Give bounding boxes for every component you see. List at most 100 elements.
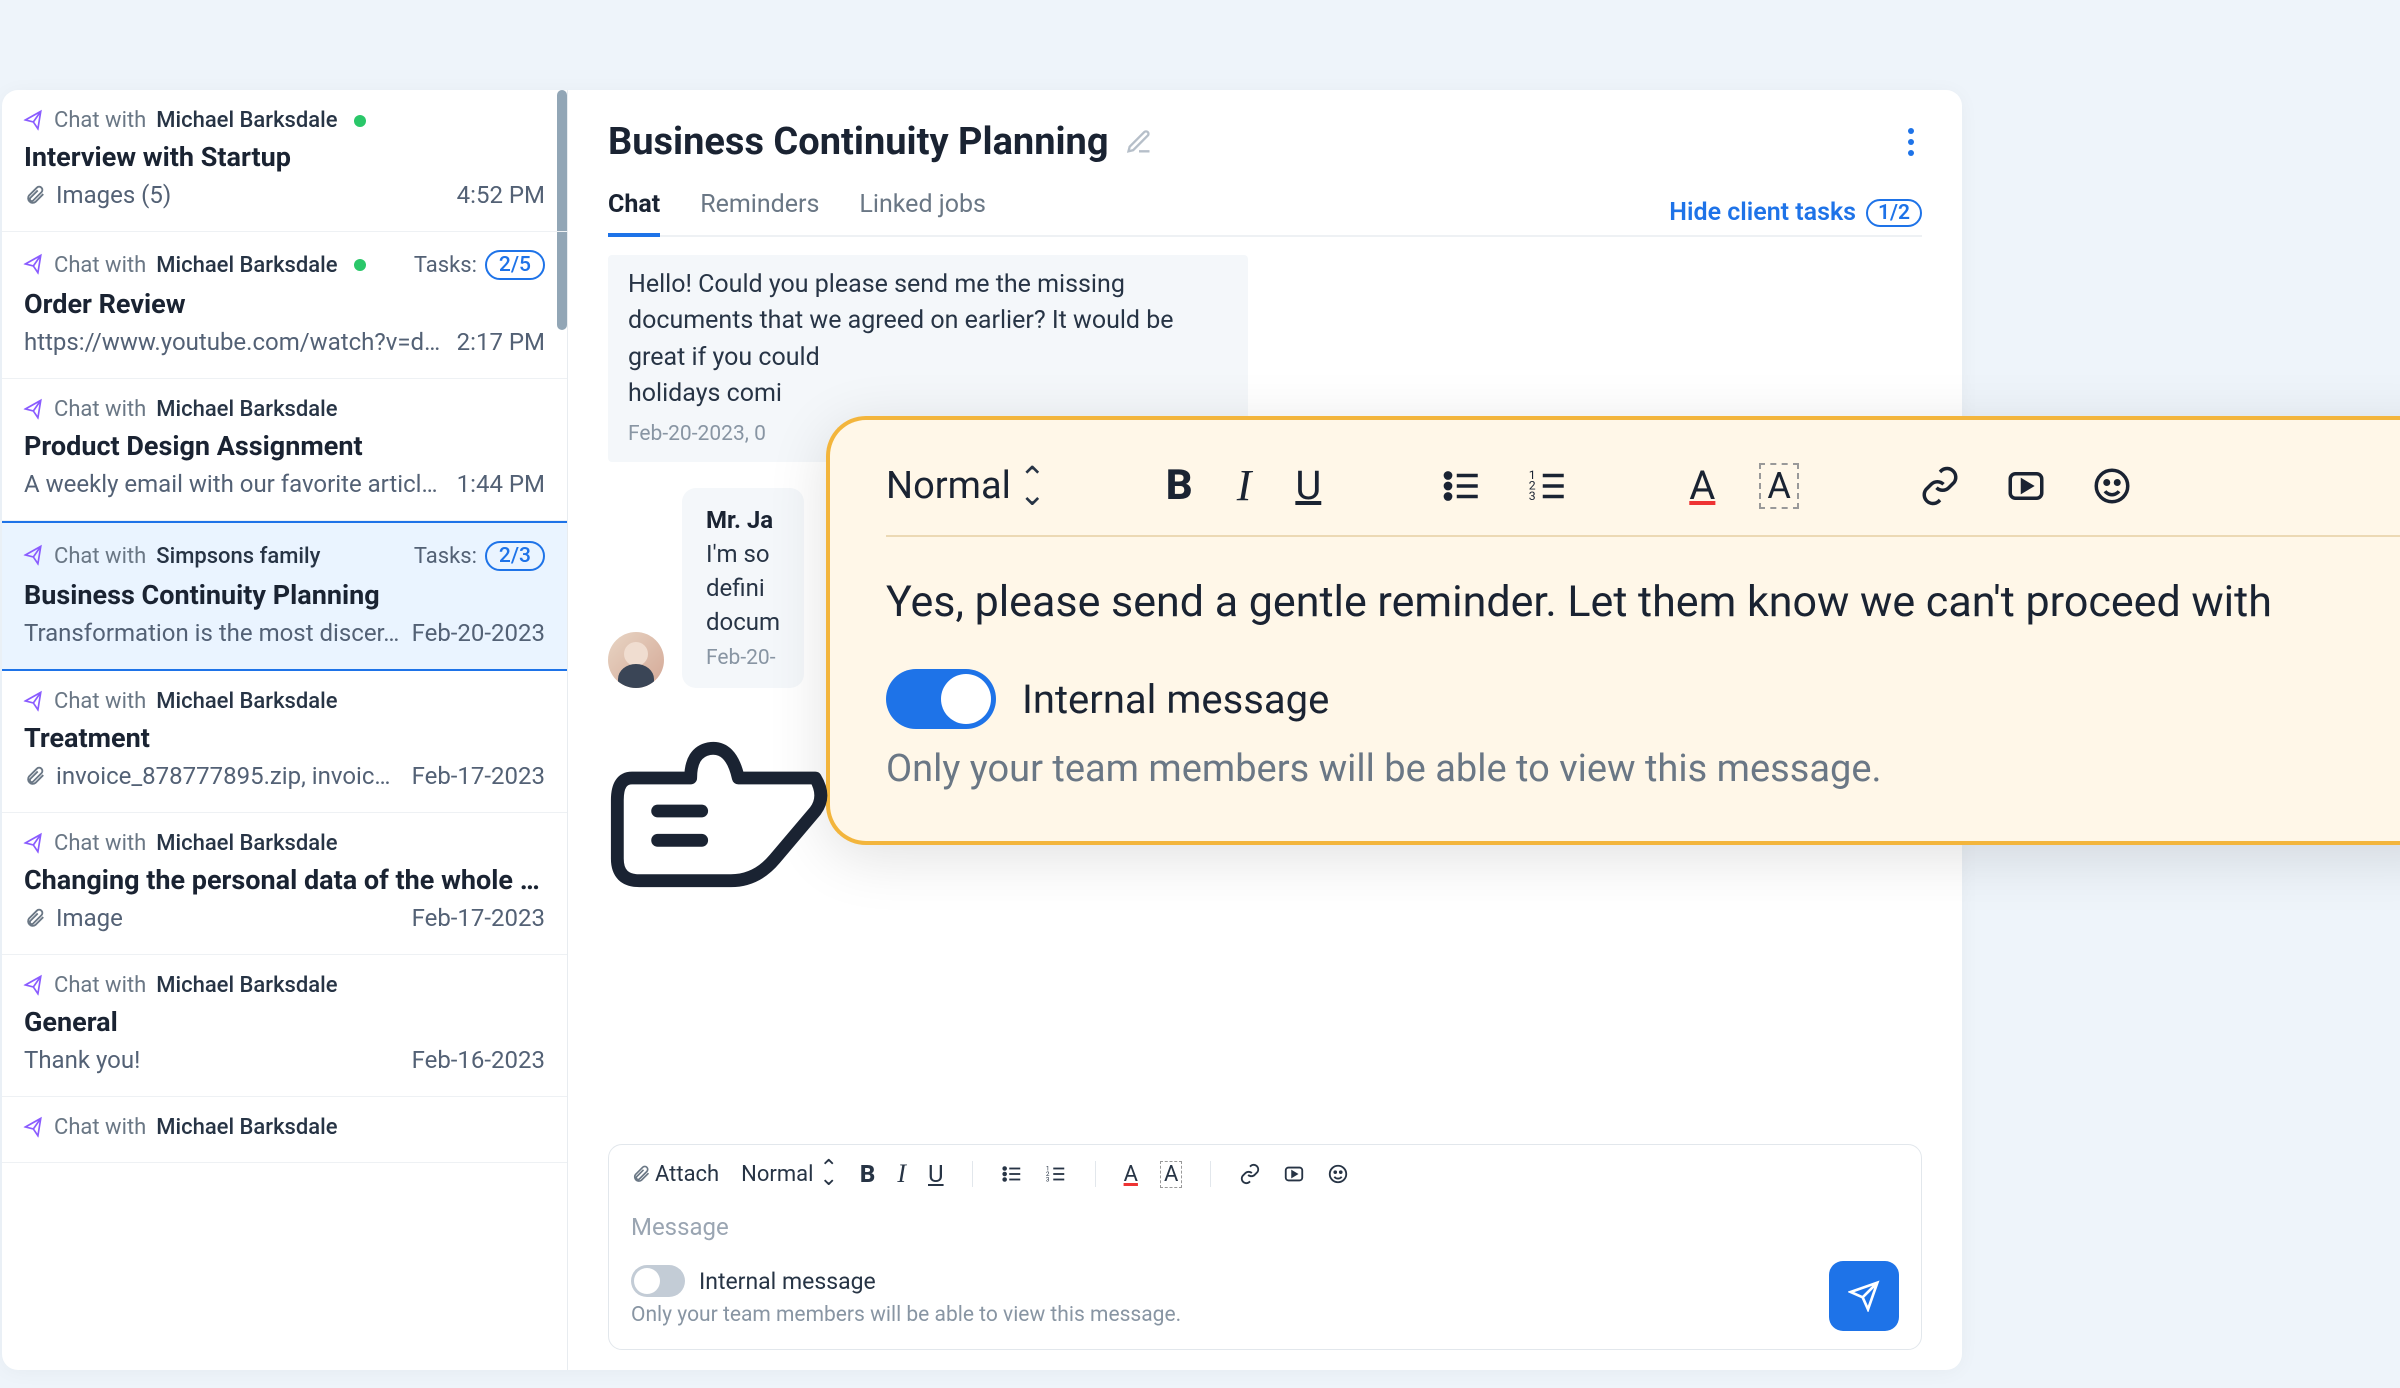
- chat-contact-name: Michael Barksdale: [156, 253, 337, 278]
- chat-timestamp: 2:17 PM: [457, 328, 545, 356]
- tasks-count-badge: 2/5: [485, 250, 545, 280]
- chat-timestamp: Feb-20-2023: [412, 619, 545, 647]
- link-button[interactable]: [1919, 465, 1961, 507]
- hide-tasks-label: Hide client tasks: [1669, 198, 1856, 227]
- chat-item-general[interactable]: Chat with Michael Barksdale General Than…: [2, 955, 567, 1097]
- send-icon: [22, 832, 45, 855]
- tasks-label: Tasks:: [414, 253, 477, 278]
- video-button[interactable]: [1283, 1163, 1305, 1185]
- text-style-label: Normal: [886, 464, 1011, 508]
- text-style-select[interactable]: Normal ⌃⌄: [886, 464, 1046, 508]
- chat-with-label: Chat with: [54, 1115, 146, 1140]
- svg-text:3: 3: [1045, 1175, 1049, 1183]
- chat-preview-text: invoice_878777895.zip, invoic…: [56, 762, 390, 790]
- chat-subject: Interview with Startup: [24, 141, 545, 173]
- bullet-list-button[interactable]: [1001, 1163, 1023, 1185]
- chat-preview-text: https://www.youtube.com/watch?v=d…: [24, 328, 440, 356]
- internal-message-toggle[interactable]: [631, 1265, 685, 1297]
- send-icon: [22, 690, 45, 713]
- reply-line: defini: [706, 574, 780, 602]
- avatar: [608, 632, 664, 688]
- tab-linked-jobs[interactable]: Linked jobs: [859, 190, 986, 235]
- text-color-button[interactable]: A: [1124, 1162, 1138, 1187]
- callout-message-text[interactable]: Yes, please send a gentle reminder. Let …: [886, 577, 2400, 627]
- chat-item-business-continuity[interactable]: Chat with Simpsons family Tasks: 2/3 Bus…: [2, 521, 567, 671]
- thread-title: Business Continuity Planning: [608, 120, 1109, 164]
- online-indicator: [354, 259, 366, 271]
- chat-item-interview[interactable]: Chat with Michael Barksdale Interview wi…: [2, 90, 567, 232]
- chat-item-order-review[interactable]: Chat with Michael Barksdale Tasks: 2/5 O…: [2, 232, 567, 379]
- chat-item-changing-data[interactable]: Chat with Michael Barksdale Changing the…: [2, 813, 567, 955]
- chat-timestamp: Feb-16-2023: [412, 1046, 545, 1074]
- chat-preview-text: Thank you!: [24, 1046, 140, 1074]
- chat-item-product-design[interactable]: Chat with Michael Barksdale Product Desi…: [2, 379, 567, 521]
- numbered-list-button[interactable]: 123: [1527, 465, 1569, 507]
- svg-text:3: 3: [1529, 489, 1536, 503]
- send-button[interactable]: [1829, 1261, 1899, 1331]
- emoji-button[interactable]: [2091, 465, 2133, 507]
- composer-toolbar: Attach Normal ⌃⌄ B I U 123 A A: [631, 1159, 1899, 1199]
- chat-timestamp: 1:44 PM: [457, 470, 545, 498]
- underline-button[interactable]: U: [928, 1160, 944, 1188]
- chat-contact-name: Michael Barksdale: [156, 397, 337, 422]
- tab-reminders[interactable]: Reminders: [700, 190, 819, 235]
- text-highlight-button[interactable]: A: [1160, 1161, 1182, 1188]
- chat-item-partial[interactable]: Chat with Michael Barksdale: [2, 1097, 567, 1163]
- chat-with-label: Chat with: [54, 397, 146, 422]
- chat-with-label: Chat with: [54, 689, 146, 714]
- bullet-list-button[interactable]: [1441, 465, 1483, 507]
- send-icon: [22, 544, 45, 567]
- text-highlight-button[interactable]: A: [1759, 463, 1798, 509]
- send-icon: [22, 109, 45, 132]
- online-indicator: [354, 115, 366, 127]
- message-text: Hello! Could you please send me the miss…: [628, 267, 1228, 376]
- chat-list-sidebar: Chat with Michael Barksdale Interview wi…: [2, 90, 568, 1370]
- callout-toolbar: Normal ⌃⌄ B I U 123 A A: [886, 460, 2400, 537]
- tasks-label: Tasks:: [414, 544, 477, 569]
- chat-with-label: Chat with: [54, 973, 146, 998]
- chat-preview-text: Image: [56, 904, 123, 932]
- internal-message-help: Only your team members will be able to v…: [886, 747, 2400, 791]
- chat-contact-name: Michael Barksdale: [156, 689, 337, 714]
- underline-button[interactable]: U: [1295, 462, 1321, 509]
- reply-author: Mr. Ja: [706, 506, 780, 534]
- hide-client-tasks-link[interactable]: Hide client tasks 1/2: [1669, 198, 1922, 227]
- chat-item-treatment[interactable]: Chat with Michael Barksdale Treatment in…: [2, 671, 567, 813]
- attach-label: Attach: [655, 1162, 719, 1187]
- chat-contact-name: Michael Barksdale: [156, 973, 337, 998]
- chat-contact-name: Michael Barksdale: [156, 1115, 337, 1140]
- video-button[interactable]: [2005, 465, 2047, 507]
- tab-chat[interactable]: Chat: [608, 190, 660, 235]
- send-icon: [22, 253, 45, 276]
- chat-timestamp: Feb-17-2023: [412, 904, 545, 932]
- reply-line: docum: [706, 608, 780, 636]
- internal-message-toggle[interactable]: [886, 669, 996, 729]
- attach-button[interactable]: Attach: [631, 1162, 719, 1187]
- chat-subject: Business Continuity Planning: [24, 579, 545, 611]
- bold-button[interactable]: B: [1166, 461, 1193, 510]
- thread-tabs: Chat Reminders Linked jobs Hide client t…: [608, 190, 1922, 237]
- pointing-hand-icon: [610, 700, 830, 900]
- edit-icon[interactable]: [1125, 128, 1153, 156]
- emoji-button[interactable]: [1327, 1163, 1349, 1185]
- italic-button[interactable]: I: [1237, 460, 1252, 511]
- more-menu-button[interactable]: [1900, 120, 1922, 164]
- chat-contact-name: Simpsons family: [156, 544, 320, 569]
- italic-button[interactable]: I: [897, 1159, 906, 1189]
- internal-message-callout: Normal ⌃⌄ B I U 123 A A Yes, please send…: [826, 416, 2400, 845]
- reply-bubble: Mr. Ja I'm so defini docum Feb-20-: [682, 488, 804, 688]
- chat-with-label: Chat with: [54, 253, 146, 278]
- chat-subject: Product Design Assignment: [24, 430, 545, 462]
- text-color-button[interactable]: A: [1689, 462, 1715, 509]
- message-input[interactable]: Message: [631, 1199, 1899, 1261]
- text-style-select[interactable]: Normal ⌃⌄: [741, 1162, 838, 1187]
- link-button[interactable]: [1239, 1163, 1261, 1185]
- chat-preview-text: Images (5): [56, 181, 171, 209]
- attachment-icon: [631, 1164, 651, 1184]
- reply-line: I'm so: [706, 540, 780, 568]
- attachment-icon: [24, 765, 46, 787]
- numbered-list-button[interactable]: 123: [1045, 1163, 1067, 1185]
- chat-with-label: Chat with: [54, 108, 146, 133]
- bold-button[interactable]: B: [860, 1160, 875, 1188]
- attachment-icon: [24, 907, 46, 929]
